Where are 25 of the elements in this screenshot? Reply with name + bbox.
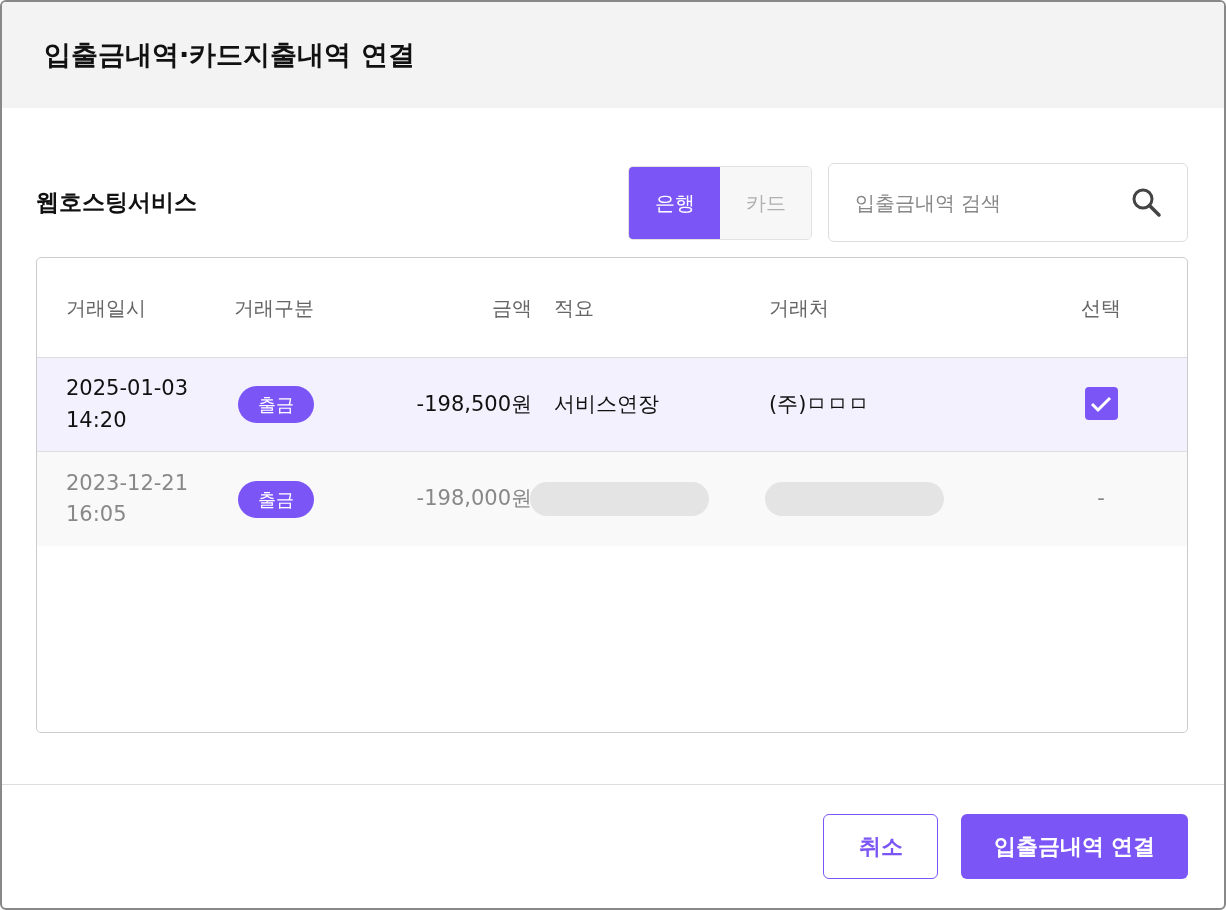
amount-cell-text: -198,000원 — [415, 485, 532, 513]
column-header: 거래일시 — [66, 294, 147, 322]
section-title: 웹호스팅서비스 — [36, 188, 198, 218]
type-badge: 출금 — [238, 480, 314, 518]
column-header: 금액 — [491, 294, 532, 322]
column-header: 거래구분 — [234, 294, 315, 322]
date-time-cell-text: 2023-12-21 16:05 — [66, 469, 190, 528]
unavailable-mark: - — [1097, 486, 1105, 511]
link-button[interactable]: 입출금내역 연결 — [961, 814, 1188, 879]
cancel-button[interactable]: 취소 — [823, 814, 938, 879]
amount-cell-text: -198,500원 — [415, 390, 532, 418]
column-header: 선택 — [1080, 294, 1122, 322]
search-field[interactable]: 입출금내역 검색 — [828, 163, 1188, 242]
source-tab[interactable]: 은행 — [629, 166, 720, 239]
date-time-cell-text: 2025-01-03 14:20 — [66, 375, 190, 434]
table-row[interactable]: 2025-01-03 14:20 출금 -198,500원 서비스연장 (주)ㅁㅁㅁ — [37, 358, 1187, 452]
type-badge: 출금 — [238, 386, 314, 423]
column-header: 거래처 — [769, 294, 830, 322]
check-icon — [1090, 394, 1112, 413]
column-header: 적요 — [553, 294, 595, 322]
counterparty-cell-text: (주)ㅁㅁㅁ — [769, 390, 871, 418]
search-icon[interactable] — [1130, 186, 1162, 218]
dialog-title: 입출금내역·카드지출내역 연결 — [44, 38, 415, 72]
memo-cell-text: 서비스연장 — [553, 390, 660, 418]
checkbox[interactable] — [1084, 387, 1118, 420]
